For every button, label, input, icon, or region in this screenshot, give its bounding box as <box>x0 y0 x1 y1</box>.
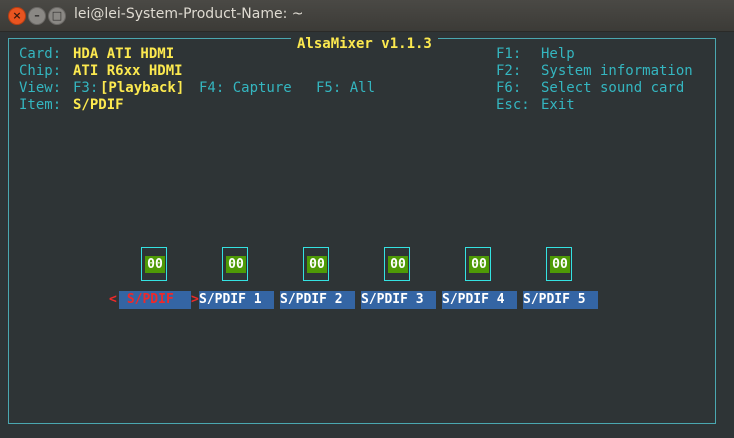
view-f3-key: F3: <box>73 80 99 96</box>
help-key-esc: Esc: <box>496 97 530 113</box>
control-level-value: 00 <box>469 256 489 273</box>
control-level-value: 00 <box>388 256 408 273</box>
close-window-button[interactable]: × <box>8 7 26 25</box>
view-playback[interactable]: [Playback] <box>100 80 184 97</box>
selection-arrow-left: < <box>109 292 117 307</box>
control-level-box[interactable]: 00 <box>465 247 491 281</box>
help-key-f6: F6: <box>496 80 522 96</box>
control-level-value: 00 <box>307 256 327 273</box>
control-level-box[interactable]: 00 <box>222 247 248 281</box>
card-label: Card: <box>19 46 62 62</box>
view-label: View: <box>19 80 62 96</box>
control-level-value: 00 <box>226 256 246 273</box>
chip-label: Chip: <box>19 63 62 79</box>
minimize-window-button[interactable]: – <box>28 7 46 25</box>
help-action-esc[interactable]: Exit <box>541 97 575 114</box>
control-level-value: 00 <box>145 256 165 273</box>
control-label[interactable]: S/PDIF 2 <box>280 291 355 309</box>
terminal-area[interactable]: AlsaMixer v1.1.3 Card: HDA ATI HDMI Chip… <box>0 32 734 438</box>
control-level-box[interactable]: 00 <box>546 247 572 281</box>
control-label[interactable]: S/PDIF 5 <box>523 291 598 309</box>
help-action-f2[interactable]: System information <box>541 63 693 80</box>
item-value: S/PDIF <box>73 97 124 113</box>
control-label[interactable]: S/PDIF 4 <box>442 291 517 309</box>
help-key-f2: F2: <box>496 63 522 79</box>
help-action-f6[interactable]: Select sound card <box>541 80 684 97</box>
help-action-f1[interactable]: Help <box>541 46 575 63</box>
maximize-window-button[interactable]: □ <box>48 7 66 25</box>
control-level-value: 00 <box>550 256 570 273</box>
control-level-box[interactable]: 00 <box>384 247 410 281</box>
selection-arrow-right: > <box>191 292 199 307</box>
item-label: Item: <box>19 97 62 113</box>
control-label[interactable]: S/PDIF 1 <box>199 291 274 309</box>
control-level-box[interactable]: 00 <box>303 247 329 281</box>
window-titlebar: × – □ lei@lei-System-Product-Name: ~ <box>0 0 734 32</box>
card-value: HDA ATI HDMI <box>73 46 175 62</box>
control-label-selected[interactable]: S/PDIF <box>119 291 191 309</box>
window-title: lei@lei-System-Product-Name: ~ <box>74 6 304 22</box>
control-label[interactable]: S/PDIF 3 <box>361 291 436 309</box>
app-title: AlsaMixer v1.1.3 <box>291 37 438 51</box>
alsamixer-frame: AlsaMixer v1.1.3 Card: HDA ATI HDMI Chip… <box>8 37 716 424</box>
help-key-f1: F1: <box>496 46 522 62</box>
control-level-box[interactable]: 00 <box>141 247 167 281</box>
view-all[interactable]: F5: All <box>316 80 375 97</box>
view-capture[interactable]: F4: Capture <box>199 80 292 97</box>
chip-value: ATI R6xx HDMI <box>73 63 183 79</box>
